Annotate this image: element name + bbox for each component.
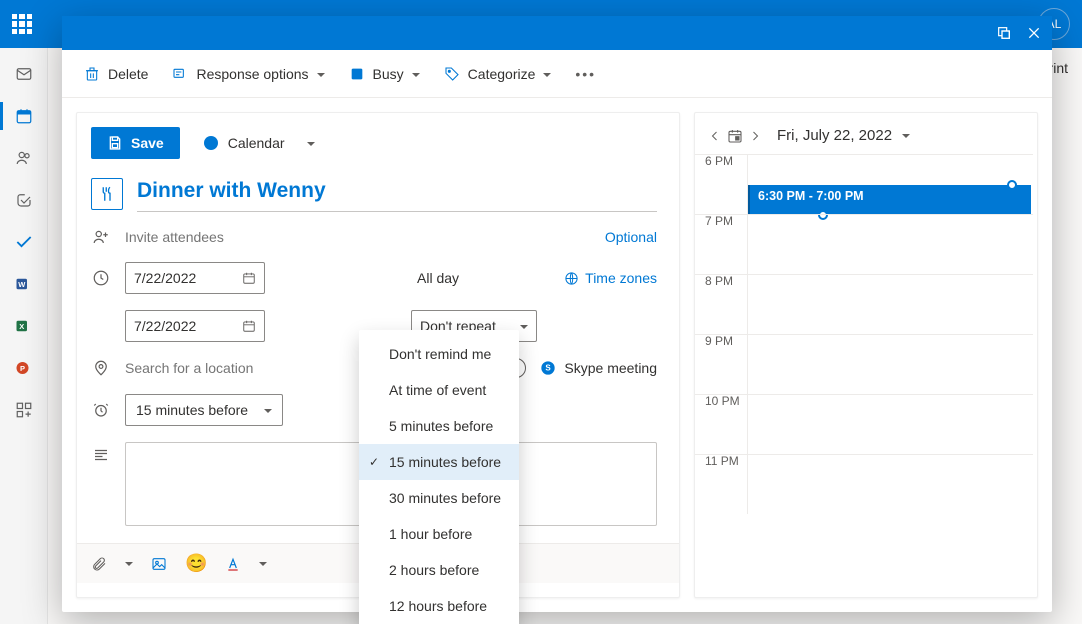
event-title-input[interactable] (137, 175, 657, 212)
today-icon[interactable] (727, 128, 743, 144)
categorize-button[interactable]: Categorize (444, 66, 552, 82)
emoji-icon[interactable]: 😊 (185, 553, 207, 574)
chevron-down-icon (264, 402, 272, 418)
all-day-toggle[interactable]: All day (411, 270, 459, 286)
reminder-option[interactable]: 15 minutes before (359, 444, 519, 480)
calendar-selector[interactable]: Calendar (204, 135, 315, 151)
reminder-select[interactable]: 15 minutes before (125, 394, 283, 426)
reminder-option[interactable]: 1 hour before (359, 516, 519, 552)
hour-label: 11 PM (705, 454, 739, 468)
end-date-field[interactable]: 7/22/2022 (125, 310, 265, 342)
excel-icon[interactable]: X (14, 316, 34, 336)
calendar-event[interactable]: 6:30 PM - 7:00 PM (747, 185, 1031, 215)
clock-icon (91, 269, 111, 287)
image-icon[interactable] (151, 556, 167, 572)
chevron-down-icon (412, 66, 420, 82)
event-editor-modal: Delete Response options Busy Categorize … (62, 16, 1052, 612)
reminder-option[interactable]: 2 hours before (359, 552, 519, 588)
location-icon (91, 359, 111, 377)
save-button[interactable]: Save (91, 127, 180, 159)
fork-knife-icon[interactable] (91, 178, 123, 210)
close-icon[interactable] (1026, 25, 1042, 41)
hour-label: 9 PM (705, 334, 733, 348)
chevron-down-icon (543, 66, 551, 82)
resize-handle[interactable] (1007, 180, 1017, 190)
reminder-menu: Don't remind meAt time of event5 minutes… (359, 330, 519, 624)
hour-grid[interactable]: 6 PM 6:30 PM - 7:00 PM 7 PM 8 PM 9 PM 10 PM 11… (695, 154, 1033, 583)
start-date-field[interactable]: 7/22/2022 (125, 262, 265, 294)
font-color-icon[interactable] (225, 556, 241, 572)
calendar-color-dot (204, 136, 218, 150)
modal-toolbar: Delete Response options Busy Categorize … (62, 50, 1052, 98)
time-zones-link[interactable]: Time zones (564, 270, 657, 286)
day-label[interactable]: Fri, July 22, 2022 (777, 127, 892, 144)
popout-icon[interactable] (996, 25, 1012, 41)
calendar-icon[interactable] (14, 106, 34, 126)
attendees-input[interactable] (125, 229, 591, 245)
hour-label: 8 PM (705, 274, 733, 288)
attach-icon[interactable] (91, 556, 107, 572)
response-options-button[interactable]: Response options (172, 66, 324, 82)
svg-text:X: X (19, 322, 24, 331)
event-form: Save Calendar Optional (76, 112, 680, 598)
reminder-option[interactable]: Don't remind me (359, 336, 519, 372)
people-add-icon (91, 228, 111, 246)
todo-icon[interactable] (14, 232, 34, 252)
powerpoint-icon[interactable]: P (14, 358, 34, 378)
reminder-icon (91, 401, 111, 419)
skype-label: S Skype meeting (540, 360, 657, 376)
prev-day-icon[interactable] (709, 130, 721, 142)
day-preview: Fri, July 22, 2022 6 PM 6:30 PM - 7:00 PM… (694, 112, 1038, 598)
hour-label: 10 PM (705, 394, 740, 408)
modal-titlebar (62, 16, 1052, 50)
svg-text:P: P (19, 364, 24, 373)
hour-label: 7 PM (705, 214, 733, 228)
chevron-down-icon[interactable] (125, 555, 133, 573)
busy-button[interactable]: Busy (349, 66, 420, 82)
delete-button[interactable]: Delete (84, 66, 148, 82)
svg-text:S: S (546, 364, 552, 373)
calendar-picker-icon (242, 271, 256, 285)
mail-icon[interactable] (14, 64, 34, 84)
more-button[interactable]: ••• (575, 66, 596, 82)
calendar-picker-icon (242, 319, 256, 333)
files-icon[interactable] (14, 190, 34, 210)
more-apps-icon[interactable] (14, 400, 34, 420)
svg-text:W: W (18, 280, 26, 289)
reminder-option[interactable]: 5 minutes before (359, 408, 519, 444)
word-icon[interactable]: W (14, 274, 34, 294)
left-rail: W X P (0, 48, 48, 624)
chevron-down-icon[interactable] (259, 555, 267, 573)
chevron-down-icon (520, 318, 528, 334)
next-day-icon[interactable] (749, 130, 761, 142)
chevron-down-icon[interactable] (902, 127, 910, 144)
chevron-down-icon (307, 135, 315, 151)
reminder-option[interactable]: 30 minutes before (359, 480, 519, 516)
optional-link[interactable]: Optional (605, 229, 657, 245)
chevron-down-icon (317, 66, 325, 82)
people-icon[interactable] (14, 148, 34, 168)
hour-label: 6 PM (705, 154, 733, 168)
reminder-option[interactable]: At time of event (359, 372, 519, 408)
reminder-option[interactable]: 12 hours before (359, 588, 519, 624)
app-launcher-icon[interactable] (12, 14, 32, 34)
description-icon (91, 446, 111, 464)
